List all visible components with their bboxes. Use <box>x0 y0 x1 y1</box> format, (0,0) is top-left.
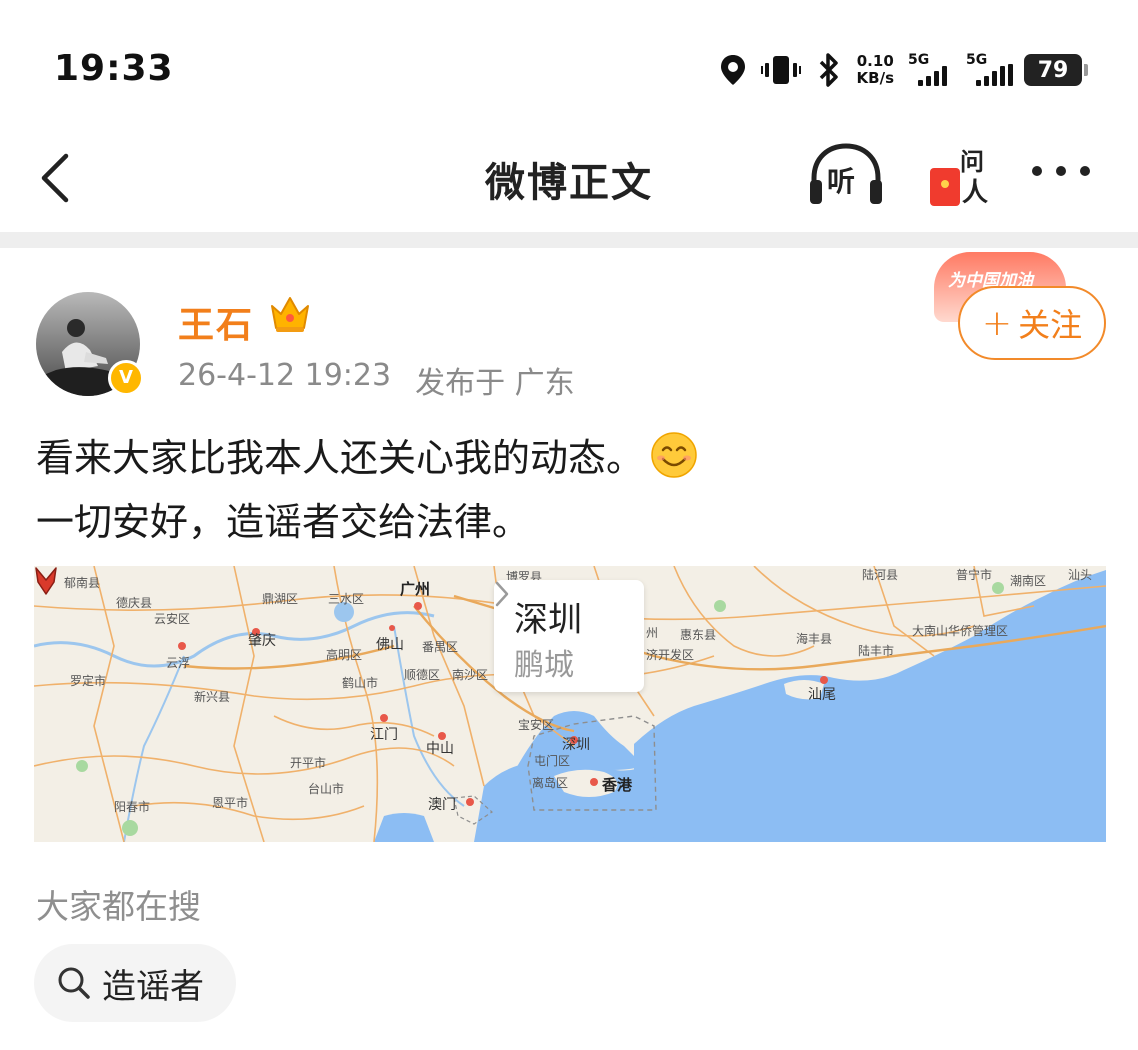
map-label: 肇庆 <box>248 633 276 649</box>
post-date: 26-4-12 19:23 <box>178 358 392 393</box>
map-label: 鹤山市 <box>342 676 379 690</box>
post-content: 看来大家比我本人还关心我的动态。 一切安好，造谣者交给法律。 <box>36 426 1106 554</box>
map-label: 普宁市 <box>956 568 993 582</box>
map-label: 开平市 <box>290 756 327 770</box>
map-label: 罗定市 <box>70 674 107 688</box>
verified-badge: V <box>108 360 144 396</box>
search-chip[interactable]: 造谣者 <box>34 944 236 1022</box>
map-label: 番禺区 <box>422 640 459 654</box>
bluetooth-icon <box>815 52 843 88</box>
map-pin-icon <box>35 567 57 595</box>
plus-icon: + <box>981 302 1013 344</box>
map-label: 澳门 <box>428 797 456 813</box>
poi-name: 深圳 <box>514 600 582 640</box>
map-label: 离岛区 <box>532 776 569 790</box>
more-dot-icon <box>1056 166 1066 176</box>
map-label: 南沙区 <box>452 668 489 682</box>
trending-search-heading: 大家都在搜 <box>36 887 201 926</box>
poi-subtitle: 鹏城 <box>514 648 574 683</box>
follow-button[interactable]: + 关注 <box>958 286 1106 360</box>
search-icon <box>58 967 90 999</box>
map-label: 香港 <box>602 776 633 794</box>
more-options-button[interactable] <box>1032 166 1090 176</box>
map-label: 潮南区 <box>1010 574 1047 588</box>
listen-button[interactable]: 听 <box>806 140 886 210</box>
map-label: 广州 <box>400 580 431 598</box>
location-popup[interactable]: 深圳 鹏城 <box>494 580 644 692</box>
post-text-line2: 一切安好，造谣者交给法律。 <box>36 500 531 544</box>
chevron-right-icon <box>495 581 509 607</box>
nav-bar: 微博正文 听 问 人 <box>0 130 1138 230</box>
map-label: 台山市 <box>308 782 345 796</box>
vibrate-icon <box>760 54 801 86</box>
net-speed-value: 0.10 <box>856 52 894 70</box>
search-chip-label: 造谣者 <box>102 966 204 1007</box>
status-time: 19:33 <box>54 48 174 89</box>
more-dot-icon <box>1080 166 1090 176</box>
map-label: 中山 <box>426 741 454 757</box>
listen-label: 听 <box>827 165 856 198</box>
map-label: 江门 <box>370 727 398 743</box>
status-icons: 0.10 KB/s 5G 5G 79 <box>719 50 1088 90</box>
map-label: 济开发区 <box>646 648 695 662</box>
post-text-line1: 看来大家比我本人还关心我的动态。 <box>36 436 645 480</box>
map-label: 德庆县 <box>116 596 153 610</box>
map-label: 三水区 <box>328 592 365 606</box>
sim1-signal-icon: 5G <box>908 52 952 88</box>
more-dot-icon <box>1032 166 1042 176</box>
map-label: 惠东县 <box>680 628 717 642</box>
map-label: 大南山华侨管理区 <box>912 624 1009 638</box>
map-label: 阳春市 <box>114 800 151 814</box>
status-bar: 19:33 0.10 KB/s 5G 5G 79 <box>0 0 1138 130</box>
map-label: 屯门区 <box>534 754 571 768</box>
map-label: 汕头 <box>1068 568 1093 582</box>
crown-icon <box>268 294 312 334</box>
network-speed: 0.10 KB/s <box>857 53 894 87</box>
map-label: 高明区 <box>326 648 363 662</box>
map-label: 新兴县 <box>194 690 231 704</box>
map-label: 云安区 <box>154 612 191 626</box>
sim2-signal-icon: 5G <box>966 52 1013 88</box>
section-divider <box>0 232 1138 248</box>
ask-label-2: 人 <box>962 178 989 208</box>
map-label: 州 <box>646 626 659 640</box>
author-name[interactable]: 王石 <box>178 296 254 348</box>
map-label: 云浮 <box>166 656 191 670</box>
location-icon <box>719 53 747 87</box>
map-card[interactable]: 郁南县 德庆县 云安区 鼎湖区 三水区 广州 番禺区 佛山 高明区 顺德区 南沙… <box>34 566 1106 842</box>
red-packet-icon <box>930 168 960 206</box>
map-label: 鼎湖区 <box>262 592 299 606</box>
post-location: 发布于 广东 <box>415 366 575 401</box>
map-label: 顺德区 <box>404 668 441 682</box>
map-label: 海丰县 <box>796 632 833 646</box>
smile-emoji-icon <box>651 432 697 478</box>
map-label: 陆丰市 <box>858 644 895 658</box>
battery-icon: 79 <box>1024 54 1088 86</box>
map-label: 汕尾 <box>808 687 836 703</box>
map-label: 恩平市 <box>212 796 249 810</box>
battery-level: 79 <box>1037 57 1069 83</box>
map-label: 佛山 <box>376 637 404 653</box>
net-speed-unit: KB/s <box>856 69 894 87</box>
map-label: 陆河县 <box>862 568 899 582</box>
map-label: 宝安区 <box>518 718 555 732</box>
map-label: 深圳 <box>562 737 590 753</box>
ask-button[interactable]: 问 人 <box>926 140 996 214</box>
map-label: 郁南县 <box>64 576 101 590</box>
follow-label: 关注 <box>1018 306 1083 344</box>
post-meta: 26-4-12 19:23 发布于 广东 <box>178 358 575 402</box>
